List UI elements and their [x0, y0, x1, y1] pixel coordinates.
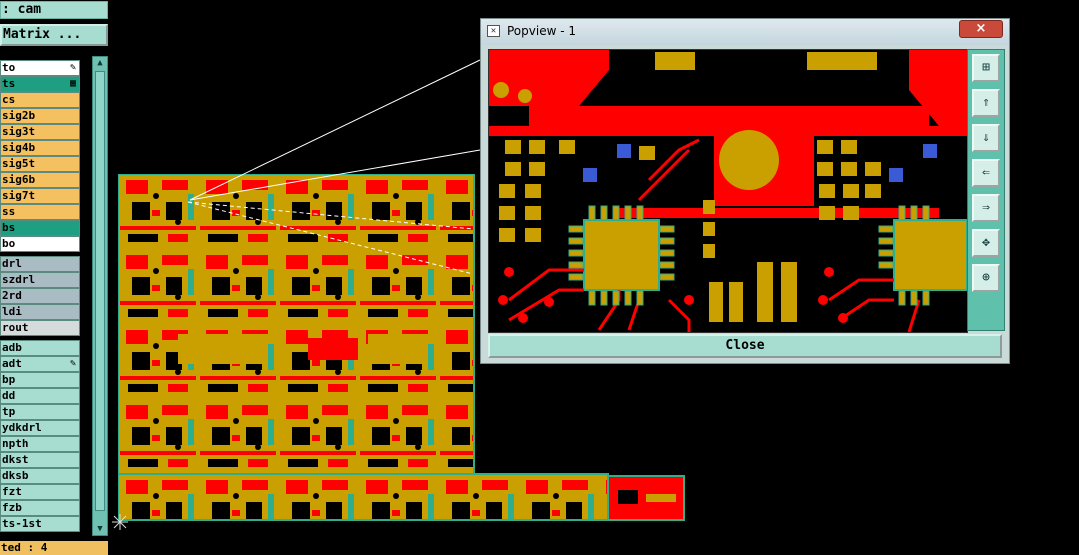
layer-row[interactable]: fzb — [0, 500, 80, 516]
layer-row[interactable]: szdrl — [0, 272, 80, 288]
scroll-up-icon[interactable]: ▲ — [95, 58, 105, 68]
layer-name: dd — [2, 389, 16, 402]
layer-row[interactable]: tp — [0, 404, 80, 420]
layer-name: ydkdrl — [2, 421, 42, 434]
popview-window[interactable]: ✕ Popview - 1 × ⊞ ⇑ ⇓ ⇐ ⇒ ✥ ⊕ Close — [480, 18, 1010, 364]
window-icon: ✕ — [487, 25, 500, 37]
scroll-down-icon[interactable]: ▼ — [95, 524, 105, 534]
layer-row[interactable]: cs — [0, 92, 80, 108]
layer-name: dksb — [2, 469, 29, 482]
layer-name: sig5t — [2, 157, 36, 170]
layer-name: szdrl — [2, 273, 36, 286]
zoom-in-icon[interactable]: ✥ — [972, 229, 1000, 257]
layer-row[interactable]: ldi — [0, 304, 80, 320]
layer-name: ldi — [2, 305, 22, 318]
layer-row[interactable]: bo — [0, 236, 80, 252]
layer-name: sig2b — [2, 109, 36, 122]
layer-name: adt — [2, 357, 22, 370]
popview-toolbar: ⊞ ⇑ ⇓ ⇐ ⇒ ✥ ⊕ — [967, 49, 1005, 331]
layer-name: tp — [2, 405, 16, 418]
layer-row[interactable]: sig7t — [0, 188, 80, 204]
layer-name: fzt — [2, 485, 22, 498]
layer-scrollbar[interactable]: ▲ ▼ — [92, 56, 108, 536]
zoom-out-icon[interactable]: ⊕ — [972, 264, 1000, 292]
layer-name: sig6b — [2, 173, 36, 186]
zoom-guide-lines — [189, 59, 481, 201]
status-text: ted : 4 — [0, 541, 108, 555]
layer-row[interactable]: drl — [0, 256, 80, 272]
layer-name: bp — [2, 373, 16, 386]
popview-titlebar[interactable]: ✕ Popview - 1 × — [481, 19, 1009, 45]
layer-row[interactable]: to ✎ — [0, 60, 80, 76]
layer-name: ts-1st — [2, 517, 42, 530]
pan-left-icon[interactable]: ⇐ — [972, 159, 1000, 187]
layer-row[interactable]: sig6b — [0, 172, 80, 188]
layer-row[interactable]: ss — [0, 204, 80, 220]
matrix-button[interactable]: Matrix ... — [0, 24, 108, 46]
crosshair-cursor-icon — [112, 514, 128, 530]
pan-up-icon[interactable]: ⇑ — [972, 89, 1000, 117]
pan-down-icon[interactable]: ⇓ — [972, 124, 1000, 152]
layer-name: sig7t — [2, 189, 36, 202]
layer-name: ts — [2, 77, 16, 90]
layer-row[interactable]: ydkdrl — [0, 420, 80, 436]
layer-name: cs — [2, 93, 16, 106]
pan-right-icon[interactable]: ⇒ — [972, 194, 1000, 222]
job-title: : cam — [0, 1, 108, 19]
close-button[interactable]: Close — [488, 334, 1002, 358]
layer-edit-icon[interactable]: ✎ — [70, 61, 76, 75]
layer-row[interactable]: rout — [0, 320, 80, 336]
layer-row[interactable]: dkst — [0, 452, 80, 468]
layer-name: ss — [2, 205, 16, 218]
layer-row[interactable]: dksb — [0, 468, 80, 484]
layer-row[interactable]: fzt — [0, 484, 80, 500]
layer-edit-icon[interactable]: ✎ — [70, 357, 76, 371]
layer-row[interactable]: sig4b — [0, 140, 80, 156]
pcb-zoom-view — [489, 50, 967, 332]
layer-row[interactable]: adb — [0, 340, 80, 356]
layer-row[interactable]: ts-1st — [0, 516, 80, 532]
zoom-fit-icon[interactable]: ⊞ — [972, 54, 1000, 82]
popview-title: Popview - 1 — [507, 24, 576, 38]
window-close-button[interactable]: × — [959, 20, 1003, 38]
layer-name: dkst — [2, 453, 29, 466]
layer-row[interactable]: sig3t — [0, 124, 80, 140]
layer-edit-icon[interactable]: ▦ — [70, 77, 76, 91]
layer-name: sig4b — [2, 141, 36, 154]
layer-row[interactable]: adt ✎ — [0, 356, 80, 372]
scroll-thumb[interactable] — [95, 71, 105, 511]
layer-name: npth — [2, 437, 29, 450]
layer-name: fzb — [2, 501, 22, 514]
layer-name: bo — [2, 237, 16, 250]
layer-panel: : cam Matrix ... to ✎ ts ▦ cs sig2b sig3t sig4b… — [0, 0, 112, 555]
popview-canvas[interactable] — [488, 49, 968, 333]
layer-row[interactable]: bp — [0, 372, 80, 388]
layer-name: sig3t — [2, 125, 36, 138]
layer-row[interactable]: sig2b — [0, 108, 80, 124]
layer-name: 2rd — [2, 289, 22, 302]
layer-row[interactable]: bs — [0, 220, 80, 236]
layer-name: to — [2, 61, 16, 74]
layer-name: adb — [2, 341, 22, 354]
layer-name: rout — [2, 321, 29, 334]
layer-row[interactable]: ts ▦ — [0, 76, 80, 92]
layer-name: drl — [2, 257, 22, 270]
layer-row[interactable]: sig5t — [0, 156, 80, 172]
layer-name: bs — [2, 221, 16, 234]
layer-row[interactable]: dd — [0, 388, 80, 404]
layer-row[interactable]: npth — [0, 436, 80, 452]
layer-row[interactable]: 2rd — [0, 288, 80, 304]
